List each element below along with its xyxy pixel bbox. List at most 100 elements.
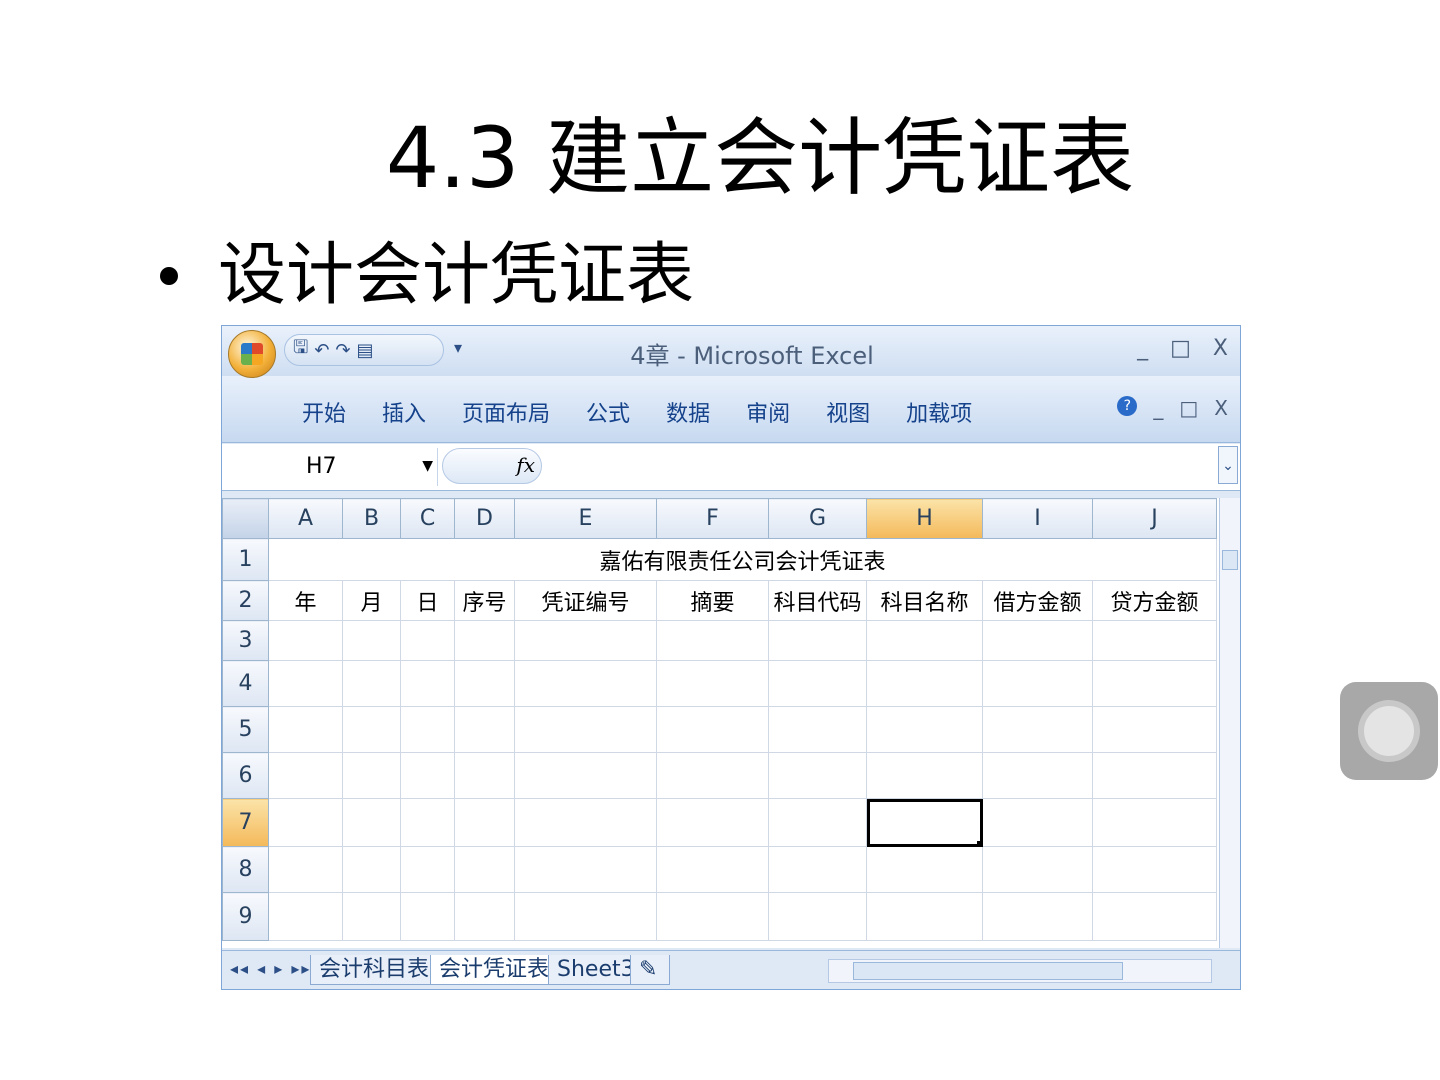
cell[interactable] xyxy=(342,798,401,847)
sheet-tab-accounts[interactable]: 会计科目表 xyxy=(310,955,439,985)
tab-review[interactable]: 审阅 xyxy=(746,396,790,428)
row-header[interactable]: 4 xyxy=(222,660,269,707)
cell[interactable] xyxy=(454,620,515,661)
workbook-minimize-button[interactable]: _ xyxy=(1153,396,1163,420)
column-header[interactable]: C xyxy=(400,498,455,539)
insert-sheet-icon[interactable]: ✎ xyxy=(630,955,670,985)
cell[interactable] xyxy=(400,620,455,661)
window-close-button[interactable]: X xyxy=(1213,336,1228,361)
cell[interactable] xyxy=(768,620,867,661)
active-cell-h7[interactable] xyxy=(866,798,983,847)
header-cell[interactable]: 借方金额 xyxy=(982,580,1093,621)
tab-addins[interactable]: 加载项 xyxy=(906,396,972,428)
header-cell[interactable]: 月 xyxy=(342,580,401,621)
cell[interactable] xyxy=(656,620,769,661)
cell[interactable] xyxy=(454,846,515,893)
header-cell[interactable]: 凭证编号 xyxy=(514,580,657,621)
insert-function-button[interactable]: fx xyxy=(442,448,542,484)
select-all-corner[interactable] xyxy=(222,498,269,539)
cell[interactable] xyxy=(400,660,455,707)
row-header[interactable]: 6 xyxy=(222,752,269,799)
cell[interactable] xyxy=(768,660,867,707)
cell[interactable] xyxy=(982,846,1093,893)
vertical-scroll-thumb[interactable] xyxy=(1222,550,1238,570)
header-cell[interactable]: 摘要 xyxy=(656,580,769,621)
cell[interactable] xyxy=(268,752,343,799)
cell[interactable] xyxy=(514,752,657,799)
cell[interactable] xyxy=(514,620,657,661)
cell[interactable] xyxy=(982,752,1093,799)
cell[interactable] xyxy=(342,846,401,893)
cell[interactable] xyxy=(1092,620,1217,661)
row-header[interactable]: 3 xyxy=(222,620,269,661)
row-header[interactable]: 1 xyxy=(222,538,269,581)
row-header[interactable]: 9 xyxy=(222,892,269,941)
cell[interactable] xyxy=(342,660,401,707)
header-cell[interactable]: 序号 xyxy=(454,580,515,621)
horizontal-scroll-thumb[interactable] xyxy=(853,962,1123,980)
cell[interactable] xyxy=(866,706,983,753)
cell[interactable] xyxy=(982,660,1093,707)
cell[interactable] xyxy=(514,892,657,941)
horizontal-scrollbar[interactable] xyxy=(828,959,1212,983)
vertical-scrollbar[interactable] xyxy=(1219,498,1240,948)
column-header-selected[interactable]: H xyxy=(866,498,983,539)
cell[interactable] xyxy=(656,706,769,753)
row-header[interactable]: 2 xyxy=(222,580,269,621)
cell[interactable] xyxy=(1092,846,1217,893)
tab-page-layout[interactable]: 页面布局 xyxy=(462,396,550,428)
cell[interactable] xyxy=(768,752,867,799)
chevron-down-icon[interactable]: ▼ xyxy=(422,458,433,474)
header-cell[interactable]: 科目名称 xyxy=(866,580,983,621)
column-header[interactable]: E xyxy=(514,498,657,539)
column-header[interactable]: D xyxy=(454,498,515,539)
cell[interactable] xyxy=(982,892,1093,941)
cell[interactable] xyxy=(342,620,401,661)
expand-formula-bar-icon[interactable]: ⌄ xyxy=(1218,446,1238,484)
window-restore-button[interactable]: □ xyxy=(1170,336,1191,361)
cell[interactable] xyxy=(768,706,867,753)
cell[interactable] xyxy=(656,892,769,941)
column-header[interactable]: A xyxy=(268,498,343,539)
cell[interactable] xyxy=(866,846,983,893)
cell[interactable] xyxy=(866,660,983,707)
cell[interactable] xyxy=(768,798,867,847)
row-header[interactable]: 5 xyxy=(222,706,269,753)
cell[interactable] xyxy=(1092,660,1217,707)
cell[interactable] xyxy=(656,660,769,707)
cell[interactable] xyxy=(768,892,867,941)
sheet-tab-vouchers[interactable]: 会计凭证表 xyxy=(430,955,559,985)
tab-view[interactable]: 视图 xyxy=(826,396,870,428)
cell[interactable] xyxy=(400,752,455,799)
cell[interactable] xyxy=(514,706,657,753)
cell[interactable] xyxy=(454,706,515,753)
column-header[interactable]: I xyxy=(982,498,1093,539)
cell[interactable] xyxy=(454,892,515,941)
cell[interactable] xyxy=(268,620,343,661)
cell[interactable] xyxy=(768,846,867,893)
cell[interactable] xyxy=(1092,798,1217,847)
row-header-selected[interactable]: 7 xyxy=(222,798,269,847)
cell[interactable] xyxy=(268,892,343,941)
cell[interactable] xyxy=(268,798,343,847)
cell[interactable] xyxy=(342,706,401,753)
floating-assistive-button[interactable] xyxy=(1340,682,1438,780)
cell[interactable] xyxy=(400,846,455,893)
cell[interactable] xyxy=(514,846,657,893)
office-button[interactable] xyxy=(228,330,276,378)
cell[interactable] xyxy=(514,798,657,847)
cell[interactable] xyxy=(866,892,983,941)
fill-handle[interactable] xyxy=(977,841,982,846)
cell[interactable] xyxy=(982,706,1093,753)
sheet-nav-arrows-icon[interactable]: ◂◂ ◂ ▸ ▸▸ xyxy=(230,959,311,978)
cell[interactable] xyxy=(342,752,401,799)
cell[interactable] xyxy=(454,752,515,799)
cell[interactable] xyxy=(656,798,769,847)
cell[interactable] xyxy=(656,846,769,893)
header-cell[interactable]: 贷方金额 xyxy=(1092,580,1217,621)
tab-insert[interactable]: 插入 xyxy=(382,396,426,428)
header-cell[interactable]: 日 xyxy=(400,580,455,621)
column-header[interactable]: G xyxy=(768,498,867,539)
cell[interactable] xyxy=(454,660,515,707)
name-box[interactable]: H7 ▼ xyxy=(222,448,438,486)
